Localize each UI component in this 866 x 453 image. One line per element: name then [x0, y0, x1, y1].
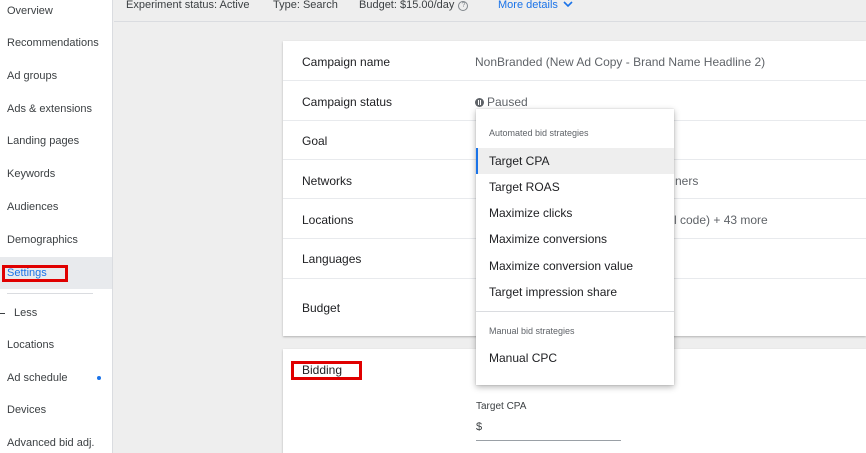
notification-dot	[97, 376, 101, 380]
experiment-status: Experiment status: Active	[126, 0, 250, 11]
menu-section-header: Manual bid strategies	[489, 326, 575, 336]
sidebar-item-ads-extensions[interactable]: Ads & extensions	[0, 96, 112, 122]
pause-icon	[475, 98, 484, 107]
sidebar-item-keywords[interactable]: Keywords	[0, 161, 112, 187]
setting-value: ners	[675, 174, 699, 188]
sidebar-item-recommendations[interactable]: Recommendations	[0, 30, 112, 56]
sidebar-item-demographics[interactable]: Demographics	[0, 227, 112, 253]
setting-label: Locations	[302, 213, 354, 227]
sidebar-item-label: Recommendations	[7, 37, 99, 49]
menu-item-label: Maximize conversion value	[489, 259, 634, 273]
menu-divider	[476, 311, 674, 312]
menu-item-target-impression-share[interactable]: Target impression share	[476, 279, 674, 305]
sidebar-item-audiences[interactable]: Audiences	[0, 194, 112, 220]
sidebar-item-landing-pages[interactable]: Landing pages	[0, 128, 112, 154]
setting-row-campaign-name[interactable]: Campaign name NonBranded (New Ad Copy - …	[283, 41, 866, 81]
sidebar-item-overview[interactable]: Overview	[0, 0, 112, 24]
sidebar-item-label: Landing pages	[7, 135, 80, 147]
sidebar-item-label: Keywords	[7, 168, 56, 180]
setting-label: Networks	[302, 174, 353, 188]
bid-strategy-menu: Automated bid strategies Target CPA Targ…	[476, 109, 674, 385]
target-cpa-label: Target CPA	[476, 401, 527, 412]
sidebar-item-devices[interactable]: Devices	[0, 397, 112, 423]
more-details-label: More details	[498, 0, 558, 11]
status-text: Paused	[487, 95, 528, 109]
menu-item-maximize-conversion-value[interactable]: Maximize conversion value	[476, 253, 674, 279]
menu-section-header: Automated bid strategies	[489, 128, 589, 138]
menu-item-label: Maximize clicks	[489, 206, 573, 220]
highlight-box	[2, 265, 68, 282]
setting-value: NonBranded (New Ad Copy - Brand Name Hea…	[475, 55, 766, 69]
help-icon[interactable]: ?	[458, 1, 469, 11]
menu-item-target-cpa[interactable]: Target CPA	[476, 148, 674, 174]
setting-label: Goal	[302, 134, 328, 148]
setting-label: Campaign name	[302, 55, 391, 69]
setting-value: l code) + 43 more	[674, 213, 768, 227]
menu-item-label: Target CPA	[489, 154, 550, 168]
setting-label: Languages	[302, 252, 362, 266]
sidebar-item-label: Audiences	[7, 201, 59, 213]
sidebar-item-label: Ad schedule	[7, 372, 68, 384]
sidebar-divider	[7, 293, 93, 294]
menu-item-maximize-conversions[interactable]: Maximize conversions	[476, 226, 674, 252]
sidebar-item-advanced-bid-adj[interactable]: Advanced bid adj.	[0, 430, 112, 453]
menu-item-maximize-clicks[interactable]: Maximize clicks	[476, 200, 674, 226]
sidebar-item-ad-groups[interactable]: Ad groups	[0, 63, 112, 89]
sidebar-item-label: Locations	[7, 339, 55, 351]
target-cpa-input[interactable]: $	[476, 419, 621, 441]
sidebar-item-label: Overview	[7, 5, 53, 17]
setting-label: Budget	[302, 301, 341, 315]
sidebar-item-locations[interactable]: Locations	[0, 332, 112, 358]
chevron-down-icon	[563, 0, 573, 11]
experiment-status-bar: Experiment status: Active Type: Search B…	[114, 0, 866, 22]
sidebar-item-label: Devices	[7, 404, 47, 416]
sidebar-item-label: Less	[14, 307, 38, 319]
more-details-link[interactable]: More details	[498, 0, 573, 11]
menu-item-label: Target impression share	[489, 285, 618, 299]
budget-summary-text: Budget: $15.00/day	[359, 0, 455, 11]
sidebar-item-label: Advanced bid adj.	[7, 437, 95, 449]
setting-value-status: Paused	[475, 95, 528, 109]
sidebar-less-toggle[interactable]: Less	[0, 300, 112, 326]
menu-item-label: Manual CPC	[489, 351, 558, 365]
menu-item-label: Target ROAS	[489, 180, 560, 194]
menu-item-label: Maximize conversions	[489, 232, 608, 246]
menu-item-target-roas[interactable]: Target ROAS	[476, 174, 674, 200]
currency-prefix: $	[476, 421, 483, 433]
setting-label: Campaign status	[302, 95, 393, 109]
sidebar-item-label: Ad groups	[7, 70, 58, 82]
sidebar-item-label: Demographics	[7, 234, 78, 246]
sidebar: Overview Recommendations Ad groups Ads &…	[0, 0, 113, 453]
budget-summary: Budget: $15.00/day?	[359, 0, 469, 11]
sidebar-item-ad-schedule[interactable]: Ad schedule	[0, 365, 112, 391]
highlight-box	[291, 361, 362, 380]
menu-item-manual-cpc[interactable]: Manual CPC	[476, 345, 674, 371]
sidebar-item-label: Ads & extensions	[7, 103, 92, 115]
campaign-type: Type: Search	[273, 0, 338, 11]
